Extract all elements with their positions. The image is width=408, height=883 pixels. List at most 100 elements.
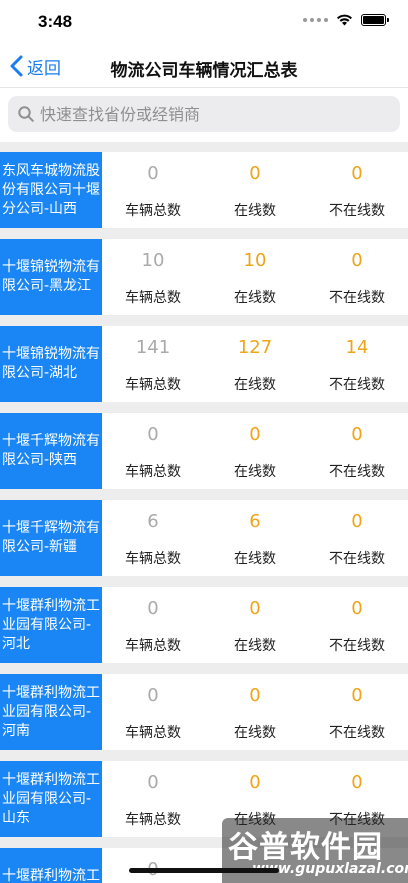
company-name: 十堰千辉物流有限公司-新疆 — [0, 500, 102, 576]
company-stats: 141 车辆总数 127 在线数 14 不在线数 — [102, 326, 408, 402]
total-vehicles-value: 141 — [135, 337, 171, 358]
offline-value: 0 — [351, 598, 363, 619]
company-row[interactable]: 十堰千辉物流有限公司-新疆 6 车辆总数 6 在线数 0 不在线数 — [0, 500, 408, 576]
total-vehicles-value: 0 — [147, 424, 159, 445]
status-time: 3:48 — [38, 12, 73, 31]
offline-value: 0 — [351, 772, 363, 793]
navigation-bar: 返回 物流公司车辆情况汇总表 — [0, 44, 408, 88]
online-label: 在线数 — [234, 464, 276, 480]
stat-online: 0 在线数 — [204, 674, 306, 750]
home-indicator[interactable] — [129, 868, 279, 873]
offline-label: 不在线数 — [329, 290, 385, 306]
search-box[interactable] — [8, 96, 400, 132]
company-row[interactable]: 十堰千辉物流有限公司-陕西 0 车辆总数 0 在线数 0 不在线数 — [0, 413, 408, 489]
offline-label: 不在线数 — [329, 377, 385, 393]
stat-offline: 14 不在线数 — [306, 326, 408, 402]
page-title: 物流公司车辆情况汇总表 — [110, 61, 298, 81]
online-value: 0 — [249, 685, 261, 706]
offline-label: 不在线数 — [329, 638, 385, 654]
total-vehicles-label: 车辆总数 — [125, 638, 181, 654]
company-name: 十堰群利物流工业园有限公司-河南 — [0, 674, 102, 750]
chevron-left-icon — [10, 55, 23, 77]
company-stats: 0 车辆总数 0 在线数 0 不在线数 — [102, 413, 408, 489]
company-name: 东风车城物流股份有限公司十堰分公司-山西 — [0, 152, 102, 228]
offline-value: 14 — [345, 337, 369, 358]
stat-offline: 0 不在线数 — [306, 587, 408, 663]
search-input[interactable] — [40, 104, 380, 124]
watermark-logo: 谷普软件园 — [228, 830, 383, 865]
online-value: 0 — [249, 163, 261, 184]
total-vehicles-label: 车辆总数 — [125, 551, 181, 567]
online-value: 0 — [249, 598, 261, 619]
company-name: 十堰千辉物流有限公司-陕西 — [0, 413, 102, 489]
company-name: 十堰群利物流工业园有限公司-山东 — [0, 761, 102, 837]
online-label: 在线数 — [234, 377, 276, 393]
total-vehicles-value: 6 — [147, 511, 159, 532]
stat-online: 127 在线数 — [204, 326, 306, 402]
stat-total: 141 车辆总数 — [102, 326, 204, 402]
total-vehicles-label: 车辆总数 — [125, 290, 181, 306]
total-vehicles-value: 0 — [147, 598, 159, 619]
online-label: 在线数 — [234, 290, 276, 306]
offline-label: 不在线数 — [329, 725, 385, 741]
status-bar: 3:48 — [0, 0, 408, 44]
stat-total: 0车辆总数 — [102, 848, 204, 883]
status-icons — [303, 14, 389, 26]
online-value: 0 — [249, 424, 261, 445]
total-vehicles-value: 10 — [141, 250, 165, 271]
online-label: 在线数 — [234, 551, 276, 567]
company-stats: 0 车辆总数 0 在线数 0 不在线数 — [102, 674, 408, 750]
total-vehicles-value: 0 — [147, 848, 158, 883]
wifi-icon — [337, 14, 352, 26]
online-label: 在线数 — [234, 638, 276, 654]
stat-total: 0 车辆总数 — [102, 152, 204, 228]
online-value: 127 — [237, 337, 273, 358]
company-row[interactable]: 十堰群利物流工业园有限公司-河北 0 车辆总数 0 在线数 0 不在线数 — [0, 587, 408, 663]
battery-icon — [361, 14, 389, 26]
search-icon — [18, 106, 34, 122]
stat-online: 0 在线数 — [204, 587, 306, 663]
company-row[interactable]: 十堰锦锐物流有限公司-湖北 141 车辆总数 127 在线数 14 不在线数 — [0, 326, 408, 402]
offline-label: 不在线数 — [329, 203, 385, 219]
offline-value: 0 — [351, 685, 363, 706]
offline-value: 0 — [351, 250, 363, 271]
stat-online: 0 在线数 — [204, 152, 306, 228]
company-name: 十堰锦锐物流有限公司-湖北 — [0, 326, 102, 402]
online-value: 6 — [249, 511, 261, 532]
stat-total: 0 车辆总数 — [102, 587, 204, 663]
total-vehicles-label: 车辆总数 — [125, 203, 181, 219]
company-name: 十堰群利物流工业园有限公司-河北 — [0, 587, 102, 663]
company-stats: 0 车辆总数 0 在线数 0 不在线数 — [102, 587, 408, 663]
total-vehicles-label: 车辆总数 — [125, 725, 181, 741]
cellular-signal-icon — [303, 18, 328, 22]
back-button[interactable]: 返回 — [10, 52, 61, 80]
offline-label: 不在线数 — [329, 464, 385, 480]
stat-total: 0车辆总数 — [102, 761, 204, 837]
company-name: 十堰锦锐物流有限公司-黑龙江 — [0, 239, 102, 315]
offline-label: 不在线数 — [329, 551, 385, 567]
company-row[interactable]: 东风车城物流股份有限公司十堰分公司-山西 0 车辆总数 0 在线数 0 不在线数 — [0, 152, 408, 228]
stat-offline: 0 不在线数 — [306, 674, 408, 750]
online-label: 在线数 — [234, 203, 276, 219]
search-bar — [0, 89, 408, 142]
company-list[interactable]: 东风车城物流股份有限公司十堰分公司-山西 0 车辆总数 0 在线数 0 不在线数 十堰锦锐物流… — [0, 142, 408, 883]
stat-online: 0 在线数 — [204, 413, 306, 489]
total-vehicles-value: 0 — [147, 685, 159, 706]
total-vehicles-value: 0 — [147, 163, 159, 184]
online-value: 0 — [249, 772, 261, 793]
stat-online: 6 在线数 — [204, 500, 306, 576]
online-value: 10 — [243, 250, 267, 271]
total-vehicles-label: 车辆总数 — [125, 812, 181, 828]
stat-total: 0 车辆总数 — [102, 674, 204, 750]
stat-online: 10 在线数 — [204, 239, 306, 315]
stat-total: 0车辆总数 — [102, 413, 204, 489]
company-row[interactable]: 十堰锦锐物流有限公司-黑龙江 10 车辆总数 10 在线数 0 不在线数 — [0, 239, 408, 315]
company-stats: 0 车辆总数 0 在线数 0 不在线数 — [102, 152, 408, 228]
offline-value: 0 — [351, 163, 363, 184]
online-label: 在线数 — [234, 725, 276, 741]
stat-offline: 0 不在线数 — [306, 152, 408, 228]
total-vehicles-label: 车辆总数 — [125, 377, 181, 393]
stat-offline: 0 不在线数 — [306, 500, 408, 576]
company-row[interactable]: 十堰群利物流工业园有限公司-河南 0 车辆总数 0 在线数 0 不在线数 — [0, 674, 408, 750]
offline-value: 0 — [351, 424, 363, 445]
